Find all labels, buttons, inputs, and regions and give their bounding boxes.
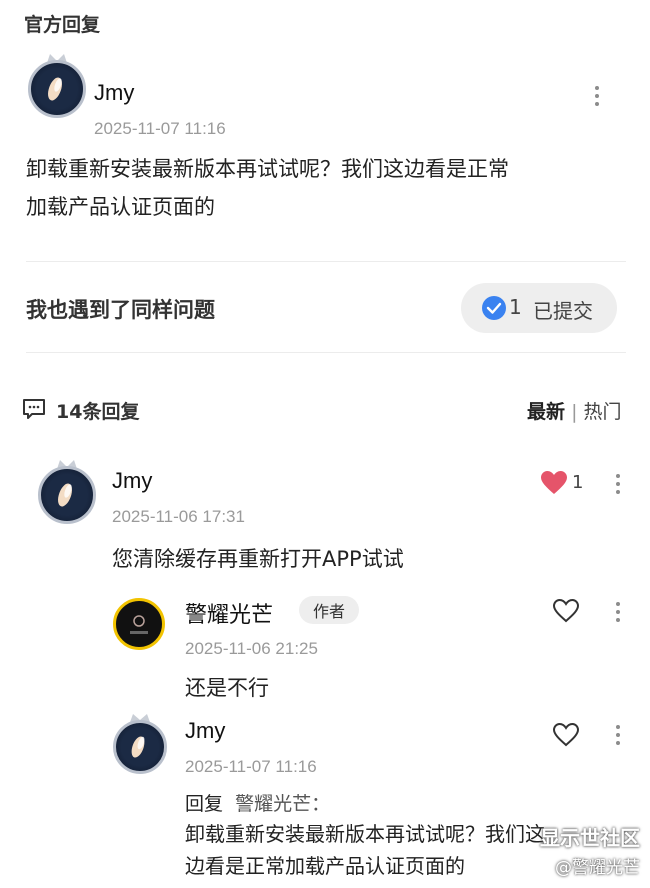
like-count: 1 bbox=[572, 472, 584, 493]
more-icon[interactable] bbox=[616, 602, 622, 626]
timestamp: 2025-11-07 11:16 bbox=[185, 757, 317, 776]
timestamp: 2025-11-06 17:31 bbox=[112, 507, 245, 526]
avatar bbox=[28, 60, 86, 118]
watermark: 显示世社区 @警耀光芒 bbox=[540, 822, 640, 878]
author-name[interactable]: 警耀光芒 bbox=[185, 597, 273, 629]
watermark-line2: @警耀光芒 bbox=[555, 858, 640, 878]
same-issue-button[interactable]: 1 已提交 bbox=[461, 283, 617, 333]
heart-filled-icon[interactable] bbox=[540, 470, 568, 496]
reply-prefix: 回复 bbox=[185, 793, 224, 815]
reply-avatar-wrap[interactable] bbox=[111, 710, 169, 776]
watermark-line1: 显示世社区 bbox=[540, 826, 640, 850]
sort-hot[interactable]: 热门 bbox=[584, 401, 622, 423]
timestamp: 2025-11-06 21:25 bbox=[185, 639, 318, 658]
reply-mention: 回复 警耀光芒： bbox=[185, 789, 330, 816]
comment-avatar-wrap[interactable] bbox=[36, 456, 98, 526]
official-reply-line2: 加载产品认证页面的 bbox=[26, 195, 215, 219]
check-circle-icon bbox=[482, 296, 506, 320]
same-issue-count: 1 bbox=[509, 295, 522, 319]
comment-icon bbox=[23, 399, 45, 419]
more-icon[interactable] bbox=[616, 474, 622, 498]
more-icon[interactable] bbox=[616, 725, 622, 749]
section-title: 官方回复 bbox=[24, 14, 101, 36]
official-reply-text: 卸载重新安装最新版本再试试呢？我们这边看是正常 加载产品认证页面的 bbox=[26, 150, 636, 226]
heart-outline-icon[interactable] bbox=[552, 722, 580, 748]
comment-text: 您清除缓存再重新打开APP试试 bbox=[112, 547, 404, 571]
author-name[interactable]: Jmy bbox=[94, 80, 134, 106]
avatar bbox=[113, 720, 167, 774]
official-reply-line1: 卸载重新安装最新版本再试试呢？我们这边看是正常 bbox=[26, 157, 509, 181]
reply-text: 还是不行 bbox=[185, 676, 269, 700]
timestamp: 2025-11-07 11:16 bbox=[94, 119, 226, 138]
author-name[interactable]: Jmy bbox=[112, 468, 152, 494]
reply-to[interactable]: 警耀光芒： bbox=[235, 793, 330, 815]
heart-outline-icon[interactable] bbox=[552, 598, 580, 624]
author-name[interactable]: Jmy bbox=[185, 718, 225, 744]
official-avatar-wrap[interactable] bbox=[26, 50, 88, 120]
avatar[interactable] bbox=[113, 598, 165, 650]
avatar bbox=[38, 466, 96, 524]
sort-tabs: 最新 | 热门 bbox=[527, 397, 622, 424]
divider bbox=[26, 261, 626, 262]
replies-count: 14条回复 bbox=[56, 401, 140, 423]
author-badge: 作者 bbox=[299, 596, 360, 624]
more-icon[interactable] bbox=[595, 86, 601, 110]
sort-separator: | bbox=[571, 401, 578, 423]
same-issue-label: 我也遇到了同样问题 bbox=[26, 298, 215, 322]
sort-latest[interactable]: 最新 bbox=[527, 401, 565, 423]
divider bbox=[26, 352, 626, 353]
same-issue-status: 已提交 bbox=[533, 299, 593, 323]
